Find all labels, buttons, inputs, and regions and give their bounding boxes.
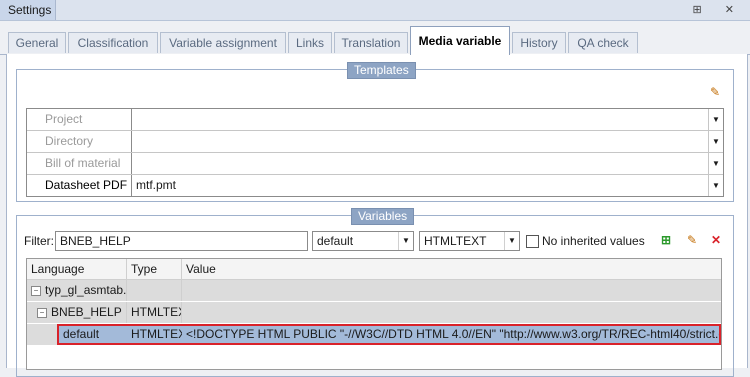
dropdown-arrow-icon[interactable]: ▼ [398, 232, 413, 250]
tree-cell-type [127, 280, 182, 301]
variables-group-label: Variables [351, 208, 415, 225]
filter-input[interactable]: BNEB_HELP [55, 231, 308, 251]
template-value[interactable] [132, 131, 708, 152]
tab-history[interactable]: History [512, 32, 566, 53]
tree-cell-language: default [63, 327, 100, 341]
column-header-value[interactable]: Value [182, 259, 721, 279]
tab-strip: General Classification Variable assignme… [0, 24, 750, 55]
template-label: Datasheet PDF [27, 175, 132, 196]
template-value[interactable]: mtf.pmt [132, 175, 708, 196]
tree-cell-value [182, 280, 721, 301]
add-variable-icon[interactable]: ⊞ [658, 233, 674, 249]
type-select-value: HTMLTEXT [424, 234, 487, 248]
templates-group-label: Templates [347, 62, 416, 79]
tab-classification[interactable]: Classification [68, 32, 158, 53]
template-label: Bill of material [27, 153, 132, 174]
tree-cell-language: −typ_gl_asmtab.pmf [27, 280, 127, 301]
variables-grid: Language Type Value −typ_gl_asmtab.pmf −… [26, 258, 722, 370]
window-title: Settings [0, 0, 56, 20]
tree-node-label: BNEB_HELP [51, 305, 122, 319]
tab-translation[interactable]: Translation [334, 32, 408, 53]
edit-variable-icon[interactable]: ✎ [684, 233, 700, 249]
tree-row-file[interactable]: −typ_gl_asmtab.pmf [27, 280, 721, 301]
tree-cell-value [182, 302, 721, 323]
edit-template-icon[interactable]: ✎ [707, 85, 723, 101]
window-titlebar: Settings ⊞ ✕ [0, 0, 750, 21]
table-row-selected[interactable]: default HTMLTEXT <!DOCTYPE HTML PUBLIC "… [57, 324, 721, 345]
tab-qa-check[interactable]: QA check [568, 32, 638, 53]
template-row-directory[interactable]: Directory ▼ [27, 131, 723, 153]
no-inherited-checkbox[interactable] [526, 235, 539, 248]
template-label: Project [27, 109, 132, 130]
dropdown-arrow-icon[interactable]: ▼ [504, 232, 519, 250]
type-select[interactable]: HTMLTEXT ▼ [419, 231, 520, 251]
language-select[interactable]: default ▼ [312, 231, 414, 251]
tree-cell-language: − BNEB_HELP [27, 302, 127, 323]
grid-header: Language Type Value [27, 259, 721, 280]
tab-media-variable[interactable]: Media variable [410, 26, 510, 55]
language-select-value: default [317, 234, 354, 248]
tree-cell-value[interactable]: <!DOCTYPE HTML PUBLIC "-//W3C//DTD HTML … [182, 326, 719, 343]
template-row-project[interactable]: Project ▼ [27, 109, 723, 131]
column-header-language[interactable]: Language [27, 259, 127, 279]
tree-cell-type: HTMLTEXT [127, 302, 182, 323]
tree-node-label: typ_gl_asmtab.pmf [45, 283, 127, 297]
template-row-bill-of-material[interactable]: Bill of material ▼ [27, 153, 723, 175]
dropdown-arrow-icon[interactable]: ▼ [708, 109, 723, 130]
tree-row-variable[interactable]: −BNEB_HELP HTMLTEXT [27, 302, 721, 323]
templates-table: Project ▼ Directory ▼ Bill of material ▼… [26, 108, 724, 197]
no-inherited-label: No inherited values [542, 234, 645, 248]
tab-links[interactable]: Links [288, 32, 332, 53]
delete-variable-icon[interactable]: ✕ [708, 233, 724, 249]
tree-cell-type: HTMLTEXT [131, 327, 182, 341]
window-controls[interactable]: ⊞ ✕ [693, 3, 745, 16]
tab-variable-assignment[interactable]: Variable assignment [160, 32, 286, 53]
collapse-icon[interactable]: − [37, 307, 47, 318]
column-header-type[interactable]: Type [127, 259, 182, 279]
tab-general[interactable]: General [8, 32, 66, 53]
collapse-icon[interactable]: − [31, 285, 41, 296]
template-row-datasheet-pdf[interactable]: Datasheet PDF mtf.pmt ▼ [27, 175, 723, 196]
filter-label: Filter: [24, 234, 54, 248]
dropdown-arrow-icon[interactable]: ▼ [708, 153, 723, 174]
dropdown-arrow-icon[interactable]: ▼ [708, 131, 723, 152]
template-value[interactable] [132, 109, 708, 130]
template-label: Directory [27, 131, 132, 152]
dropdown-arrow-icon[interactable]: ▼ [708, 175, 723, 196]
template-value[interactable] [132, 153, 708, 174]
